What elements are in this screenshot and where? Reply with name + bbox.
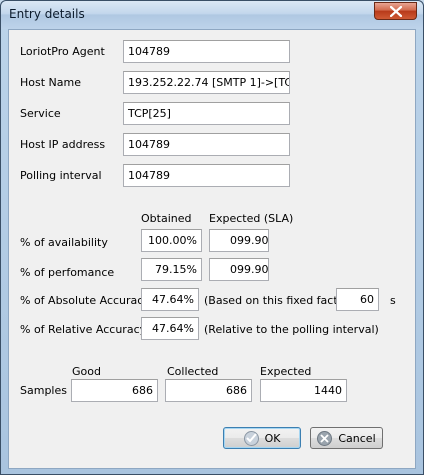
host-ip-field[interactable]: 104789 <box>123 133 290 156</box>
performance-obtained-field[interactable]: 79.15% <box>141 258 202 281</box>
obtained-header: Obtained <box>141 212 192 225</box>
absolute-accuracy-field[interactable]: 47.64% <box>141 288 199 311</box>
agent-field[interactable]: 104789 <box>123 40 290 63</box>
cancel-label: Cancel <box>338 431 376 445</box>
dialog-window: Entry details LoriotPro Agent 104789 Hos… <box>0 0 424 475</box>
collected-header: Collected <box>167 365 219 378</box>
close-icon <box>389 5 402 17</box>
close-button[interactable] <box>374 2 417 20</box>
fixed-factor-unit: s <box>390 294 396 307</box>
ok-label: OK <box>264 431 281 445</box>
service-label: Service <box>20 107 61 120</box>
relative-accuracy-field[interactable]: 47.64% <box>141 317 199 340</box>
absolute-accuracy-note: (Based on this fixed factor) <box>204 294 354 307</box>
host-name-field[interactable]: 193.252.22.74 [SMTP 1]->[TCP S <box>123 71 290 94</box>
polling-interval-label: Polling interval <box>20 169 102 182</box>
window-title: Entry details <box>9 7 85 21</box>
agent-label: LoriotPro Agent <box>20 45 105 58</box>
samples-collected-field[interactable]: 686 <box>165 379 252 402</box>
cancel-x-icon <box>317 430 333 446</box>
performance-expected-field[interactable]: 099.90 <box>209 258 269 281</box>
checkmark-glyph <box>245 433 257 443</box>
cancel-x-glyph <box>320 433 329 443</box>
samples-good-field[interactable]: 686 <box>71 379 158 402</box>
availability-label: % of availability <box>20 236 108 249</box>
availability-expected-field[interactable]: 099.90 <box>209 229 269 252</box>
good-header: Good <box>72 365 101 378</box>
ok-button[interactable]: OK <box>223 427 301 449</box>
performance-label: % of perfomance <box>20 266 115 279</box>
absolute-accuracy-label: % of Absolute Accuracy <box>20 294 150 307</box>
polling-interval-field[interactable]: 104789 <box>123 164 290 187</box>
samples-label: Samples <box>20 384 67 397</box>
host-name-label: Host Name <box>20 76 81 89</box>
cancel-button[interactable]: Cancel <box>310 427 383 449</box>
samples-expected-field[interactable]: 1440 <box>260 379 347 402</box>
service-field[interactable]: TCP[25] <box>123 102 290 125</box>
relative-accuracy-label: % of Relative Accuracy <box>20 323 147 336</box>
expected-header: Expected <box>260 365 312 378</box>
host-ip-label: Host IP address <box>20 138 106 151</box>
relative-accuracy-note: (Relative to the polling interval) <box>204 323 379 336</box>
title-bar[interactable]: Entry details <box>1 1 423 29</box>
fixed-factor-field[interactable]: 60 <box>336 288 379 311</box>
expected-sla-header: Expected (SLA) <box>209 212 294 225</box>
availability-obtained-field[interactable]: 100.00% <box>141 229 202 252</box>
checkmark-icon <box>243 430 259 446</box>
